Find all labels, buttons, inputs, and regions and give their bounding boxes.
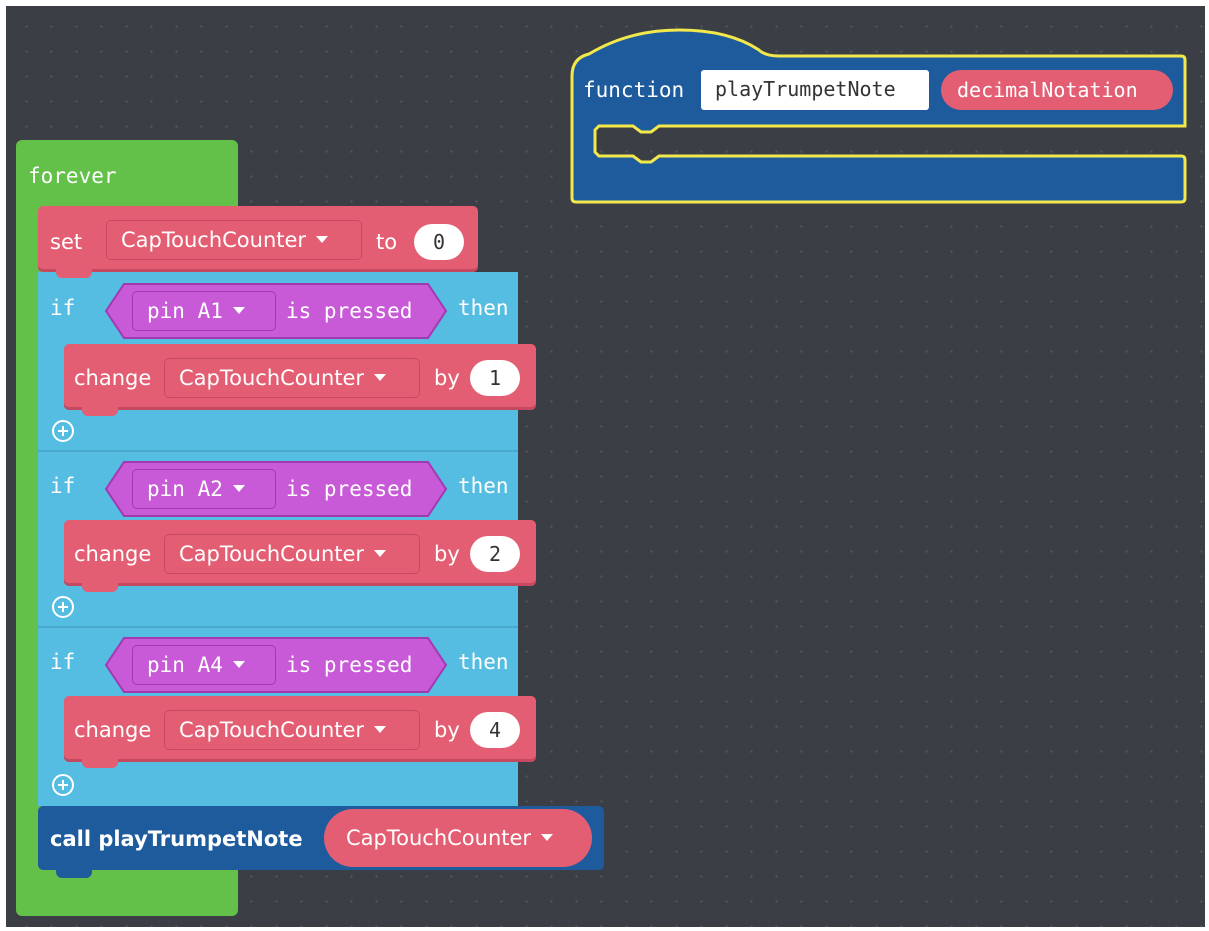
change-variable-name: CapTouchCounter — [179, 366, 365, 390]
function-block[interactable] — [569, 26, 1189, 206]
call-notch — [56, 866, 92, 878]
change-label: change — [74, 718, 152, 742]
call-argument-dropdown[interactable]: CapTouchCounter — [324, 809, 592, 867]
pin-name: pin A4 — [147, 653, 223, 677]
chevron-down-icon — [232, 660, 245, 668]
change-variable-name: CapTouchCounter — [179, 718, 365, 742]
set-value-input[interactable]: 0 — [414, 224, 464, 260]
set-variable-dropdown[interactable]: CapTouchCounter — [106, 220, 362, 260]
chevron-down-icon — [316, 235, 329, 243]
function-keyword: function — [583, 78, 685, 102]
chevron-down-icon — [374, 725, 387, 733]
if-label: if — [50, 474, 76, 498]
then-label: then — [458, 296, 509, 320]
workspace-canvas[interactable]: function playTrumpetNote decimalNotation… — [6, 6, 1205, 927]
change-notch — [82, 582, 118, 592]
change-label: change — [74, 542, 152, 566]
change-amount-input[interactable]: 2 — [470, 536, 520, 572]
add-else-icon[interactable] — [52, 774, 74, 796]
change-variable-dropdown[interactable]: CapTouchCounter — [164, 710, 420, 750]
to-label: to — [376, 230, 398, 254]
change-label: change — [74, 366, 152, 390]
set-notch — [56, 268, 92, 278]
pin-dropdown[interactable]: pin A4 — [132, 645, 276, 685]
function-name-field[interactable]: playTrumpetNote — [701, 70, 929, 110]
change-variable-dropdown[interactable]: CapTouchCounter — [164, 358, 420, 398]
change-variable-dropdown[interactable]: CapTouchCounter — [164, 534, 420, 574]
change-amount-input[interactable]: 1 — [470, 360, 520, 396]
call-argument-name: CapTouchCounter — [346, 826, 532, 850]
add-else-icon[interactable] — [52, 596, 74, 618]
set-label: set — [50, 230, 83, 254]
chevron-down-icon — [541, 833, 554, 841]
set-variable-name: CapTouchCounter — [121, 228, 307, 252]
chevron-down-icon — [374, 373, 387, 381]
by-label: by — [434, 718, 460, 742]
pin-name: pin A1 — [147, 299, 223, 323]
call-label: call playTrumpetNote — [50, 827, 303, 851]
change-notch — [82, 406, 118, 416]
change-notch — [82, 758, 118, 768]
is-pressed-label: is pressed — [286, 477, 413, 501]
chevron-down-icon — [374, 549, 387, 557]
chevron-down-icon — [232, 306, 245, 314]
is-pressed-label: is pressed — [286, 653, 413, 677]
add-else-icon[interactable] — [52, 420, 74, 442]
if-label: if — [50, 296, 76, 320]
chevron-down-icon — [232, 484, 245, 492]
if-divider — [38, 450, 518, 452]
is-pressed-label: is pressed — [286, 299, 413, 323]
pin-dropdown[interactable]: pin A1 — [132, 291, 276, 331]
change-variable-name: CapTouchCounter — [179, 542, 365, 566]
if-divider — [38, 626, 518, 628]
then-label: then — [458, 650, 509, 674]
forever-label: forever — [28, 164, 117, 188]
change-amount-input[interactable]: 4 — [470, 712, 520, 748]
pin-name: pin A2 — [147, 477, 223, 501]
function-parameter[interactable]: decimalNotation — [941, 70, 1173, 110]
by-label: by — [434, 542, 460, 566]
then-label: then — [458, 474, 509, 498]
by-label: by — [434, 366, 460, 390]
pin-dropdown[interactable]: pin A2 — [132, 469, 276, 509]
if-label: if — [50, 650, 76, 674]
